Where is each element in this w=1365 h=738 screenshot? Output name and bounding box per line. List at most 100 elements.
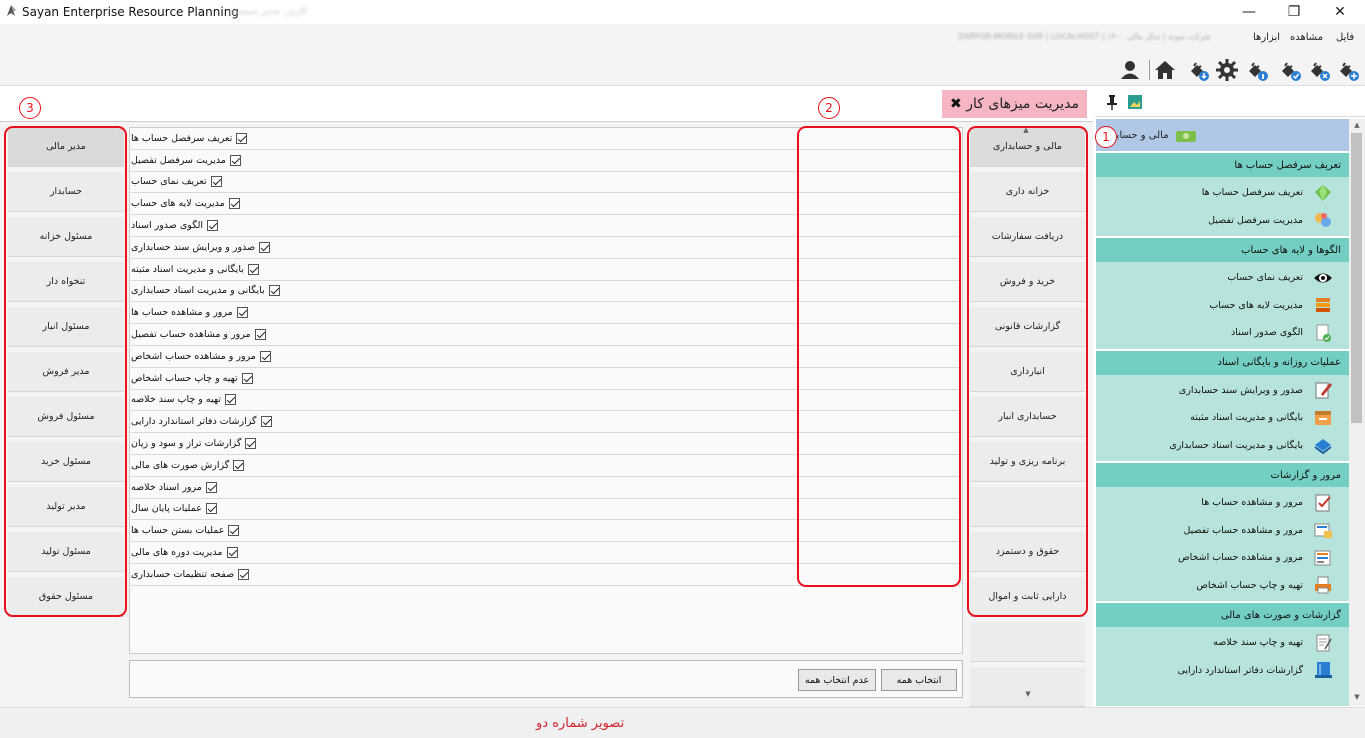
menu-view[interactable]: مشاهده — [1290, 32, 1323, 43]
nav-scrollbar[interactable]: ▲ ▼ — [1349, 119, 1365, 706]
permission-label: تعریف نمای حساب — [131, 176, 207, 188]
plug-remove-icon[interactable] — [1306, 57, 1332, 83]
nav-section-title: عملیات روزانه و بایگانی اسناد — [1217, 357, 1341, 368]
nav-item-label: الگوی صدور اسناد — [1231, 327, 1303, 339]
permission-checkbox[interactable] — [268, 285, 280, 297]
permission-checkbox[interactable] — [241, 372, 253, 384]
permission-checkbox[interactable] — [236, 132, 248, 144]
permission-label: گزارشات دفاتر استاندارد دارایی — [131, 416, 257, 428]
pin-icon[interactable] — [1105, 94, 1119, 110]
tab-workdesk-management[interactable]: مدیریت میزهای کار — [942, 90, 1087, 118]
report-check-icon — [1315, 494, 1331, 512]
home-icon[interactable] — [1152, 57, 1178, 83]
plug-add-icon[interactable] — [1335, 57, 1361, 83]
nav-item-label: بایگانی و مدیریت اسناد حسابداری — [1169, 439, 1303, 451]
app-title: Sayan Enterprise Resource Planning — [22, 5, 239, 19]
nav-section-header[interactable]: گزارشات و صورت های مالی — [1096, 601, 1349, 627]
picture-icon[interactable] — [1128, 95, 1142, 109]
nav-item[interactable]: مرور و مشاهده حساب تفصیل — [1096, 517, 1349, 545]
permission-checkbox[interactable] — [245, 438, 257, 450]
permission-checkbox[interactable] — [205, 503, 217, 515]
category-item[interactable] — [970, 622, 1085, 662]
menu-tools[interactable]: ابزارها — [1253, 32, 1280, 43]
money-icon — [1175, 131, 1196, 142]
permission-checkbox[interactable] — [228, 198, 240, 210]
plug-info-icon[interactable] — [1244, 57, 1270, 83]
permission-checkbox[interactable] — [226, 547, 238, 559]
nav-item[interactable]: تهیه و چاپ حساب اشخاص — [1096, 572, 1349, 600]
nav-item[interactable]: تعریف نمای حساب — [1096, 264, 1349, 292]
nav-group-finance[interactable]: مالی و حسابداری — [1096, 119, 1349, 151]
nav-item[interactable]: الگوی صدور اسناد — [1096, 319, 1349, 347]
nav-section-items: مرور و مشاهده حساب ها مرور و مشاهده حساب … — [1096, 487, 1349, 601]
tab-close-icon[interactable]: ✖ — [950, 96, 962, 112]
permission-checkbox[interactable] — [229, 154, 241, 166]
user-icon[interactable] — [1117, 57, 1143, 83]
nav-section-header[interactable]: الگوها و لایه های حساب — [1096, 236, 1349, 262]
nav-item[interactable]: گزارشات دفاتر استاندارد دارایی — [1096, 657, 1349, 685]
blurred-connection-info: ZARPOR-MOBILE-SVR | LOCALHOST | شرکت نمو… — [958, 32, 1211, 41]
permission-label: تهیه و چاپ سند خلاصه — [131, 394, 221, 406]
green-diamond-icon — [1315, 184, 1331, 201]
nav-item[interactable]: صدور و ویرایش سند حسابداری — [1096, 377, 1349, 405]
nav-item[interactable]: تهیه و چاپ سند خلاصه — [1096, 629, 1349, 657]
permission-label: صدور و ویرایش سند حسابداری — [131, 241, 256, 253]
nav-item[interactable]: مدیریت لایه های حساب — [1096, 292, 1349, 320]
nav-sections: تعریف سرفصل حساب ها تعریف سرفصل حساب ها مد… — [1096, 151, 1349, 686]
nav-section-header[interactable]: تعریف سرفصل حساب ها — [1096, 151, 1349, 177]
permission-label: گزارشات تراز و سود و زیان — [131, 438, 242, 450]
plug-download-icon[interactable] — [1185, 57, 1211, 83]
permission-checkbox[interactable] — [236, 307, 248, 319]
archive-box-icon — [1315, 410, 1331, 425]
menu-file[interactable]: فایل — [1336, 32, 1354, 43]
nav-item[interactable]: بایگانی و مدیریت اسناد حسابداری — [1096, 432, 1349, 460]
permission-checkbox[interactable] — [233, 459, 245, 471]
nav-item-label: مدیریت سرفصل تفصیل — [1208, 214, 1303, 226]
nav-item[interactable]: مرور و مشاهده حساب ها — [1096, 489, 1349, 517]
permission-checkbox[interactable] — [228, 525, 240, 537]
permission-checkbox[interactable] — [259, 241, 271, 253]
nav-section-title: مرور و گزارشات — [1270, 469, 1341, 481]
deselect-all-button[interactable]: عدم انتخاب همه — [798, 669, 876, 691]
permission-label: عملیات بستن حساب ها — [131, 525, 225, 537]
maximize-button[interactable]: ❐ — [1271, 0, 1317, 24]
permission-checkbox[interactable] — [210, 176, 222, 188]
nav-section-header[interactable]: عملیات روزانه و بایگانی اسناد — [1096, 348, 1349, 375]
annotation-box-roles — [4, 126, 127, 617]
plug-check-icon[interactable] — [1277, 57, 1303, 83]
select-all-button[interactable]: انتخاب همه — [881, 669, 957, 691]
permission-checkbox[interactable] — [206, 220, 218, 232]
permission-checkbox[interactable] — [260, 416, 272, 428]
nav-scroll-up[interactable]: ▲ — [1349, 121, 1365, 129]
nav-tree-panel: مالی و حسابداری تعریف سرفصل حساب ها تعریف… — [1096, 119, 1349, 706]
permission-checkbox[interactable] — [205, 481, 217, 493]
minimize-button[interactable]: — — [1226, 0, 1272, 24]
permission-label: بایگانی و مدیریت اسناد حسابداری — [131, 285, 265, 297]
permission-checkbox[interactable] — [254, 329, 266, 341]
category-item[interactable] — [970, 667, 1085, 707]
nav-scroll-thumb[interactable] — [1351, 133, 1362, 423]
nav-item[interactable]: بایگانی و مدیریت اسناد مثبته — [1096, 404, 1349, 432]
nav-scroll-down[interactable]: ▼ — [1349, 693, 1365, 701]
nav-dock-header — [1095, 87, 1365, 117]
nav-section-header[interactable]: مرور و گزارشات — [1096, 461, 1349, 487]
annotation-box-permissions — [797, 126, 961, 587]
gear-icon[interactable] — [1214, 57, 1240, 83]
permission-label: مدیریت سرفصل تفصیل — [131, 154, 226, 166]
permission-checkbox[interactable] — [238, 568, 250, 580]
eye-icon — [1314, 273, 1332, 283]
nav-item[interactable]: تعریف سرفصل حساب ها — [1096, 179, 1349, 207]
nav-item-label: تعریف نمای حساب — [1227, 272, 1303, 284]
callout-1: 1 — [1095, 126, 1117, 148]
permission-checkbox[interactable] — [259, 350, 271, 362]
nav-item-label: مرور و مشاهده حساب تفصیل — [1183, 524, 1303, 536]
nav-item[interactable]: مرور و مشاهده حساب اشخاص — [1096, 544, 1349, 572]
permission-checkbox[interactable] — [247, 263, 259, 275]
nav-item[interactable]: مدیریت سرفصل تفصیل — [1096, 207, 1349, 235]
permission-label: مرور و مشاهده حساب ها — [131, 307, 233, 319]
category-scroll-down[interactable]: ▼ — [1020, 690, 1036, 698]
gem-cluster-icon — [1315, 213, 1331, 228]
close-window-button[interactable]: ✕ — [1317, 0, 1363, 24]
permission-checkbox[interactable] — [224, 394, 236, 406]
nav-item-label: مدیریت لایه های حساب — [1209, 299, 1303, 311]
